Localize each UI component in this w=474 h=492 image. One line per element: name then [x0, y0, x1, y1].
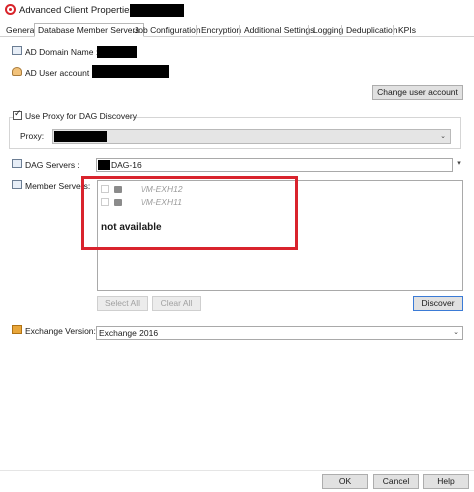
tab-label: Additional Settings: [244, 25, 315, 35]
user-icon: [12, 67, 22, 76]
proxy-checkbox-row: Use Proxy for DAG Discovery: [13, 109, 137, 122]
tab-database-member-servers[interactable]: Database Member Servers: [34, 23, 144, 37]
exchange-icon: [12, 325, 22, 334]
annotation-highlight-box: [81, 176, 298, 250]
discover-button[interactable]: Discover: [413, 296, 463, 311]
member-servers-icon: [12, 180, 22, 189]
cancel-button[interactable]: Cancel: [373, 474, 419, 489]
use-proxy-checkbox[interactable]: [13, 109, 22, 120]
redacted-user-account: [92, 65, 169, 78]
change-user-account-button[interactable]: Change user account: [372, 85, 463, 100]
ok-button[interactable]: OK: [322, 474, 368, 489]
title-bar: Advanced Client Properties for: [0, 0, 474, 21]
dag-icon: [12, 159, 22, 168]
exchange-version-label: Exchange Version:: [25, 326, 96, 336]
tab-bar: General Database Member Servers Job Conf…: [0, 23, 474, 37]
exchange-version-select[interactable]: Exchange 2016 ⌄: [96, 326, 463, 340]
commvault-icon: [5, 4, 16, 15]
tab-kpis[interactable]: KPIs: [394, 23, 420, 37]
domain-icon: [12, 46, 22, 55]
tab-label: Logging: [313, 25, 344, 35]
tab-label: Job Configuration: [134, 25, 201, 35]
annotation-text: not available: [101, 222, 162, 233]
exchange-version-value: Exchange 2016: [99, 328, 159, 338]
window-title: Advanced Client Properties for: [19, 5, 148, 16]
proxy-label: Proxy:: [20, 131, 45, 141]
proxy-select[interactable]: ⌄: [52, 129, 451, 144]
help-button[interactable]: Help: [423, 474, 469, 489]
dag-servers-label: DAG Servers :: [25, 160, 80, 170]
dag-dropdown-arrow[interactable]: ▾: [453, 159, 465, 167]
tab-label: Database Member Servers: [38, 25, 140, 35]
tab-label: Encryption: [201, 25, 242, 35]
footer-divider: [0, 470, 474, 471]
ad-domain-label: AD Domain Name :: [25, 47, 99, 57]
chevron-down-icon: ⌄: [440, 132, 446, 140]
tab-additional-settings[interactable]: Additional Settings: [240, 23, 318, 37]
use-proxy-label: Use Proxy for DAG Discovery: [25, 111, 137, 121]
redacted-dag-prefix: [98, 160, 110, 170]
dag-servers-value: DAG-16: [111, 160, 142, 170]
tab-label: Deduplication: [346, 25, 398, 35]
redacted-domain-name: [97, 46, 137, 58]
chevron-down-icon: ⌄: [453, 328, 459, 336]
clear-all-button[interactable]: Clear All: [152, 296, 201, 311]
ad-user-label: AD User account :: [25, 68, 94, 78]
dag-servers-select[interactable]: DAG-16: [96, 158, 453, 172]
tab-label: General: [6, 25, 37, 35]
tab-job-configuration[interactable]: Job Configuration: [130, 23, 205, 37]
redacted-proxy-name: [54, 131, 107, 142]
redacted-client-name: [130, 4, 184, 17]
select-all-button[interactable]: Select All: [97, 296, 148, 311]
tab-label: KPIs: [398, 25, 416, 35]
tab-encryption[interactable]: Encryption: [197, 23, 245, 37]
